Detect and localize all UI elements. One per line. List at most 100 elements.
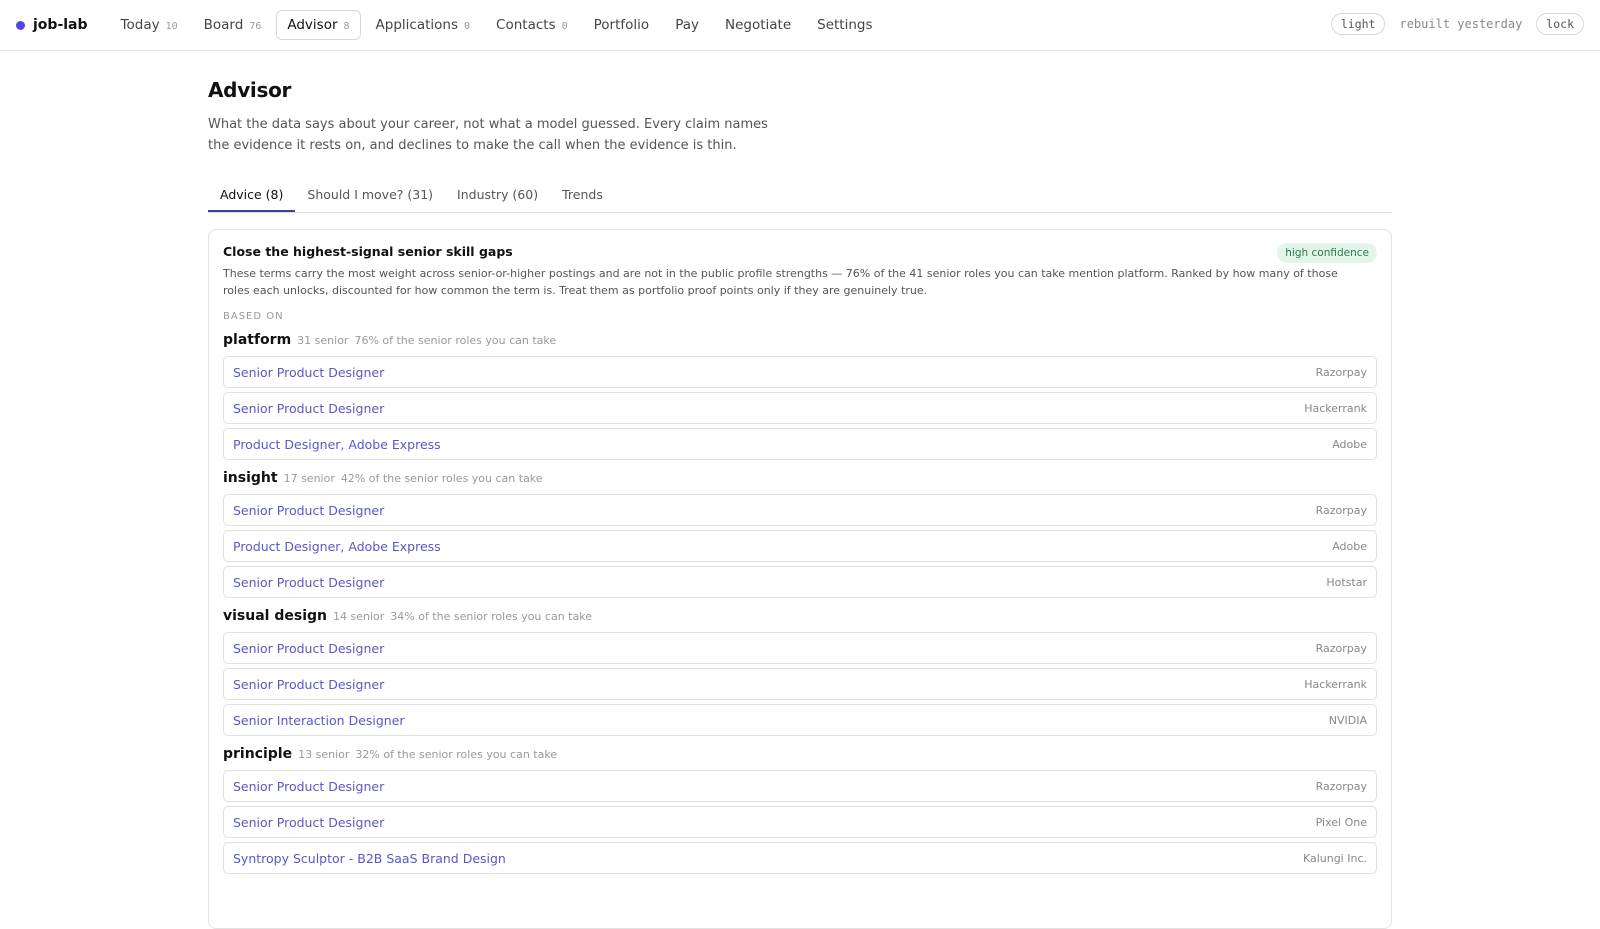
tab-industry[interactable]: Industry (60) (445, 180, 550, 212)
nav-item-advisor[interactable]: Advisor 8 (276, 10, 361, 40)
evidence-group: platform 31 senior 76% of the senior roles… (223, 332, 1377, 460)
nav-item-count: 10 (165, 21, 178, 32)
group-header: visual design 14 senior 34% of the senior … (223, 608, 1377, 624)
role-title-link[interactable]: Senior Product Designer (233, 401, 384, 416)
role-title-link[interactable]: Senior Product Designer (233, 365, 384, 380)
role-title-link[interactable]: Senior Product Designer (233, 779, 384, 794)
role-title-link[interactable]: Senior Product Designer (233, 575, 384, 590)
evidence-group: visual design 14 senior 34% of the senior … (223, 608, 1377, 736)
role-row[interactable]: Senior Product Designer Razorpay (223, 770, 1377, 802)
role-company: Kalungi Inc. (1302, 851, 1367, 865)
role-company: Pixel One (1315, 815, 1367, 829)
nav-item-today[interactable]: Today 10 (110, 10, 189, 40)
top-right-controls: light rebuilt yesterday lock (1330, 13, 1584, 35)
card-title: Close the highest-signal senior skill ga… (223, 244, 513, 259)
nav-item-contacts[interactable]: Contacts 0 (485, 10, 579, 40)
nav-item-label: Advisor (287, 17, 338, 33)
brand[interactable]: job-lab (16, 17, 88, 33)
role-share: 42% of the senior roles you can take (340, 472, 543, 485)
role-title-link[interactable]: Product Designer, Adobe Express (233, 437, 441, 452)
nav-item-portfolio[interactable]: Portfolio (583, 10, 661, 40)
role-title-link[interactable]: Senior Product Designer (233, 641, 384, 656)
group-header: insight 17 senior 42% of the senior roles … (223, 470, 1377, 486)
based-on-label: BASED ON (223, 311, 284, 322)
evidence-group: insight 17 senior 42% of the senior roles … (223, 470, 1377, 598)
nav-item-label: Today (120, 17, 160, 33)
lock-button[interactable]: lock (1536, 13, 1584, 35)
senior-count: 31 senior (297, 334, 349, 347)
nav-item-label: Settings (817, 17, 873, 33)
evidence-groups: platform 31 senior 76% of the senior roles… (223, 332, 1377, 874)
role-title-link[interactable]: Product Designer, Adobe Express (233, 539, 441, 554)
role-row[interactable]: Senior Interaction Designer NVIDIA (223, 704, 1377, 736)
senior-count: 13 senior (298, 748, 350, 761)
senior-count: 14 senior (332, 610, 385, 623)
nav-item-label: Applications (375, 17, 459, 33)
role-row[interactable]: Senior Product Designer Hackerrank (223, 392, 1377, 424)
nav-item-pay[interactable]: Pay (664, 10, 710, 40)
role-share: 32% of the senior roles you can take (355, 748, 558, 761)
confidence-badge: high confidence (1277, 243, 1377, 263)
role-company: Razorpay (1315, 641, 1367, 655)
nav-item-settings[interactable]: Settings (806, 10, 883, 40)
role-company: NVIDIA (1328, 713, 1367, 727)
role-row[interactable]: Senior Product Designer Hotstar (223, 566, 1377, 598)
nav-item-applications[interactable]: Applications 0 (365, 10, 482, 40)
role-company: Hotstar (1326, 575, 1367, 589)
skill-term: visual design (223, 608, 327, 624)
evidence-group: principle 13 senior 32% of the senior role… (223, 746, 1377, 874)
role-row[interactable]: Senior Product Designer Pixel One (223, 806, 1377, 838)
tab-trends[interactable]: Trends (550, 180, 615, 212)
nav-item-count: 76 (249, 21, 262, 32)
role-title-link[interactable]: Senior Product Designer (233, 503, 384, 518)
role-row[interactable]: Product Designer, Adobe Express Adobe (223, 428, 1377, 460)
page-title: Advisor (208, 78, 292, 102)
group-header: platform 31 senior 76% of the senior roles… (223, 332, 1377, 348)
role-list: Senior Product Designer Razorpay Senior Pr… (223, 770, 1377, 874)
role-share: 76% of the senior roles you can take (354, 334, 557, 347)
nav-item-label: Negotiate (724, 17, 792, 33)
role-company: Razorpay (1315, 503, 1367, 517)
role-row[interactable]: Syntropy Sculptor - B2B SaaS Brand Desig… (223, 842, 1377, 874)
role-title-link[interactable]: Senior Interaction Designer (233, 713, 405, 728)
role-row[interactable]: Senior Product Designer Razorpay (223, 356, 1377, 388)
nav-item-negotiate[interactable]: Negotiate (714, 10, 802, 40)
role-list: Senior Product Designer Razorpay Product D… (223, 494, 1377, 598)
app-name: job-lab (33, 17, 88, 33)
nav-item-count: 0 (464, 21, 471, 32)
role-title-link[interactable]: Senior Product Designer (233, 677, 384, 692)
nav-item-label: Portfolio (593, 17, 650, 33)
tab-advice[interactable]: Advice (8) (208, 180, 296, 212)
nav-item-label: Contacts (496, 17, 556, 33)
role-share: 34% of the senior roles you can take (390, 610, 592, 623)
brand-dot-icon (16, 20, 25, 30)
tab-should-i-move[interactable]: Should I move? (31) (295, 180, 445, 212)
role-list: Senior Product Designer Razorpay Senior Pr… (223, 356, 1377, 460)
senior-count: 17 senior (283, 472, 335, 485)
role-company: Hackerrank (1304, 677, 1367, 691)
nav-item-count: 8 (343, 21, 350, 32)
top-navigation-bar: job-lab Today 10 Board 76 Advisor 8 Applicatio… (0, 0, 1600, 51)
role-company: Adobe (1332, 539, 1367, 553)
role-row[interactable]: Senior Product Designer Razorpay (223, 632, 1377, 664)
nav-item-label: Board (203, 17, 244, 33)
role-row[interactable]: Senior Product Designer Razorpay (223, 494, 1377, 526)
page-description: What the data says about your career, no… (208, 117, 768, 153)
main-nav: Today 10 Board 76 Advisor 8 Applications 0 Conta… (110, 10, 884, 40)
role-company: Razorpay (1315, 365, 1367, 379)
card-description: These terms carry the most weight across… (223, 267, 1338, 297)
role-row[interactable]: Senior Product Designer Hackerrank (223, 668, 1377, 700)
role-company: Hackerrank (1304, 401, 1367, 415)
role-list: Senior Product Designer Razorpay Senior Pr… (223, 632, 1377, 736)
advisor-tabs: Advice (8) Should I move? (31) Industry (6… (208, 180, 1392, 213)
role-title-link[interactable]: Senior Product Designer (233, 815, 384, 830)
group-header: principle 13 senior 32% of the senior role… (223, 746, 1377, 762)
theme-toggle-button[interactable]: light (1330, 13, 1386, 35)
role-row[interactable]: Product Designer, Adobe Express Adobe (223, 530, 1377, 562)
skill-term: platform (223, 332, 292, 348)
skill-term: principle (223, 746, 293, 762)
main-content: Advisor What the data says about your ca… (208, 78, 1392, 929)
nav-item-count: 0 (561, 21, 568, 32)
nav-item-board[interactable]: Board 76 (193, 10, 273, 40)
role-title-link[interactable]: Syntropy Sculptor - B2B SaaS Brand Desig… (233, 851, 506, 866)
